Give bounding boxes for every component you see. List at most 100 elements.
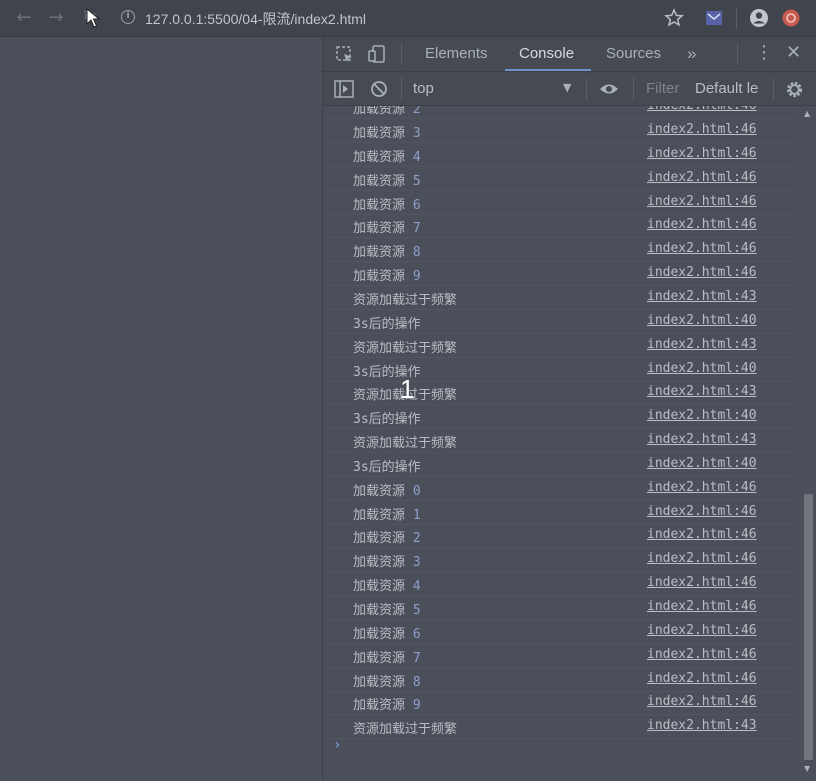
console-log-row: 资源加载过于频繁 index2.html:43 (323, 380, 799, 406)
log-number: 4 (412, 579, 421, 595)
devtools-panel: Elements Console Sources » ⋮ ✕ top ▼ Fil… (322, 37, 816, 781)
console-scrollbar[interactable]: ▲ ▼ (799, 106, 816, 781)
log-source-link[interactable]: index2.html:46 (647, 217, 757, 232)
log-source-link[interactable]: index2.html:40 (647, 408, 757, 423)
console-log-row: 加载资源 3 index2.html:46 (323, 118, 799, 143)
tab-divider (737, 43, 738, 65)
tab-elements[interactable]: Elements (425, 37, 488, 71)
log-levels-dropdown[interactable]: Default le (695, 80, 765, 97)
console-log-row: 加载资源 6 index2.html:46 (323, 619, 799, 644)
close-icon[interactable]: ✕ (786, 43, 801, 63)
log-source-link[interactable]: index2.html:40 (647, 456, 757, 471)
log-source-link[interactable]: index2.html:46 (647, 194, 757, 209)
log-source-link[interactable]: index2.html:46 (647, 551, 757, 566)
tab-console[interactable]: Console (519, 37, 574, 71)
console-log-row: 3s后的操作 index2.html:40 (323, 309, 799, 334)
log-message: 加载资源 (353, 650, 406, 666)
log-source-link[interactable]: index2.html:43 (647, 384, 757, 399)
scroll-down-arrow-icon[interactable]: ▼ (804, 764, 810, 773)
context-selector[interactable]: top (413, 80, 434, 97)
log-number: 9 (412, 698, 421, 714)
overlay-counter: 1 (400, 374, 415, 404)
console-log-row: 加载资源 2 index2.html:46 (323, 523, 799, 549)
log-message: 加载资源 (353, 483, 406, 499)
log-number: 0 (412, 483, 421, 499)
log-source-link[interactable]: index2.html:46 (647, 265, 757, 280)
log-source-link[interactable]: index2.html:46 (647, 694, 757, 709)
log-number: 8 (412, 245, 421, 261)
log-message: 加载资源 (353, 221, 406, 237)
log-source-link[interactable]: index2.html:46 (647, 106, 757, 113)
inspect-element-icon[interactable] (335, 45, 355, 65)
log-source-link[interactable]: index2.html:46 (647, 647, 757, 662)
console-log-row: 资源加载过于频繁 index2.html:43 (323, 714, 799, 740)
console-log-row: 3s后的操作 index2.html:40 (323, 452, 799, 477)
log-number: 8 (412, 674, 421, 690)
filter-input[interactable]: Filter (646, 80, 682, 97)
log-source-link[interactable]: index2.html:40 (647, 313, 757, 328)
log-source-link[interactable]: index2.html:46 (647, 504, 757, 519)
page-viewport (0, 37, 322, 781)
chevron-down-icon[interactable]: ▼ (563, 81, 571, 94)
log-message: 加载资源 (353, 603, 406, 618)
log-message: 加载资源 (353, 149, 406, 165)
devtools-tab-bar: Elements Console Sources » ⋮ ✕ (323, 37, 816, 72)
log-number: 4 (412, 149, 421, 165)
profile-avatar-icon[interactable] (749, 8, 769, 28)
log-number: 6 (412, 626, 421, 642)
console-log-row: 加载资源 9 index2.html:46 (323, 261, 799, 287)
address-bar[interactable]: 127.0.0.1:5500/04-限流/index2.html (145, 9, 366, 29)
more-tabs-button[interactable]: » (687, 37, 696, 71)
log-message: 资源加载过于频繁 (353, 722, 458, 738)
log-source-link[interactable]: index2.html:46 (647, 480, 757, 495)
console-prompt[interactable]: › (333, 737, 341, 753)
log-message: 加载资源 (353, 126, 406, 141)
log-source-link[interactable]: index2.html:46 (647, 170, 757, 185)
console-log-row: 加载资源 4 index2.html:46 (323, 571, 799, 597)
console-log-row: 资源加载过于频繁 index2.html:43 (323, 428, 799, 454)
log-source-link[interactable]: index2.html:46 (647, 122, 757, 137)
log-source-link[interactable]: index2.html:43 (647, 289, 757, 304)
settings-gear-icon[interactable] (785, 80, 804, 99)
extension-alert-icon[interactable] (781, 8, 801, 28)
log-source-link[interactable]: index2.html:46 (647, 671, 757, 686)
bookmark-star-icon[interactable] (664, 8, 684, 28)
log-source-link[interactable]: index2.html:46 (647, 623, 757, 638)
console-log-row: 加载资源 0 index2.html:46 (323, 476, 799, 501)
active-tab-indicator (505, 69, 591, 71)
back-arrow-icon[interactable]: ← (12, 6, 36, 30)
console-log-row: 加载资源 3 index2.html:46 (323, 547, 799, 573)
device-toolbar-icon[interactable] (367, 44, 387, 64)
log-number: 3 (412, 555, 421, 571)
log-source-link[interactable]: index2.html:46 (647, 575, 757, 590)
log-message: 加载资源 (353, 173, 406, 189)
console-log-row: 加载资源 6 index2.html:46 (323, 190, 799, 215)
scroll-thumb[interactable] (804, 494, 813, 760)
scroll-up-arrow-icon[interactable]: ▲ (804, 109, 810, 118)
log-message: 加载资源 (353, 626, 406, 642)
extension-icon[interactable] (704, 8, 724, 28)
info-icon[interactable]: i (121, 10, 135, 24)
log-message: 资源加载过于频繁 (353, 436, 458, 452)
clear-console-icon[interactable] (370, 80, 388, 98)
log-source-link[interactable]: index2.html:46 (647, 599, 757, 614)
log-number: 9 (412, 269, 421, 285)
console-log-row: 加载资源 9 index2.html:46 (323, 690, 799, 716)
tab-divider (401, 43, 402, 65)
log-number: 5 (412, 173, 421, 189)
log-source-link[interactable]: index2.html:43 (647, 337, 757, 352)
log-source-link[interactable]: index2.html:46 (647, 241, 757, 256)
sidebar-toggle-icon[interactable] (334, 80, 354, 98)
forward-arrow-icon[interactable]: → (44, 6, 68, 30)
toolbar-divider (633, 78, 634, 100)
log-source-link[interactable]: index2.html:40 (647, 361, 757, 376)
log-source-link[interactable]: index2.html:43 (647, 718, 757, 733)
log-source-link[interactable]: index2.html:46 (647, 146, 757, 161)
log-number: 3 (412, 126, 421, 141)
log-source-link[interactable]: index2.html:46 (647, 527, 757, 542)
kebab-menu-icon[interactable]: ⋮ (755, 43, 773, 63)
live-expression-eye-icon[interactable] (599, 82, 619, 96)
log-number: 7 (412, 650, 421, 666)
tab-sources[interactable]: Sources (606, 37, 661, 71)
log-source-link[interactable]: index2.html:43 (647, 432, 757, 447)
